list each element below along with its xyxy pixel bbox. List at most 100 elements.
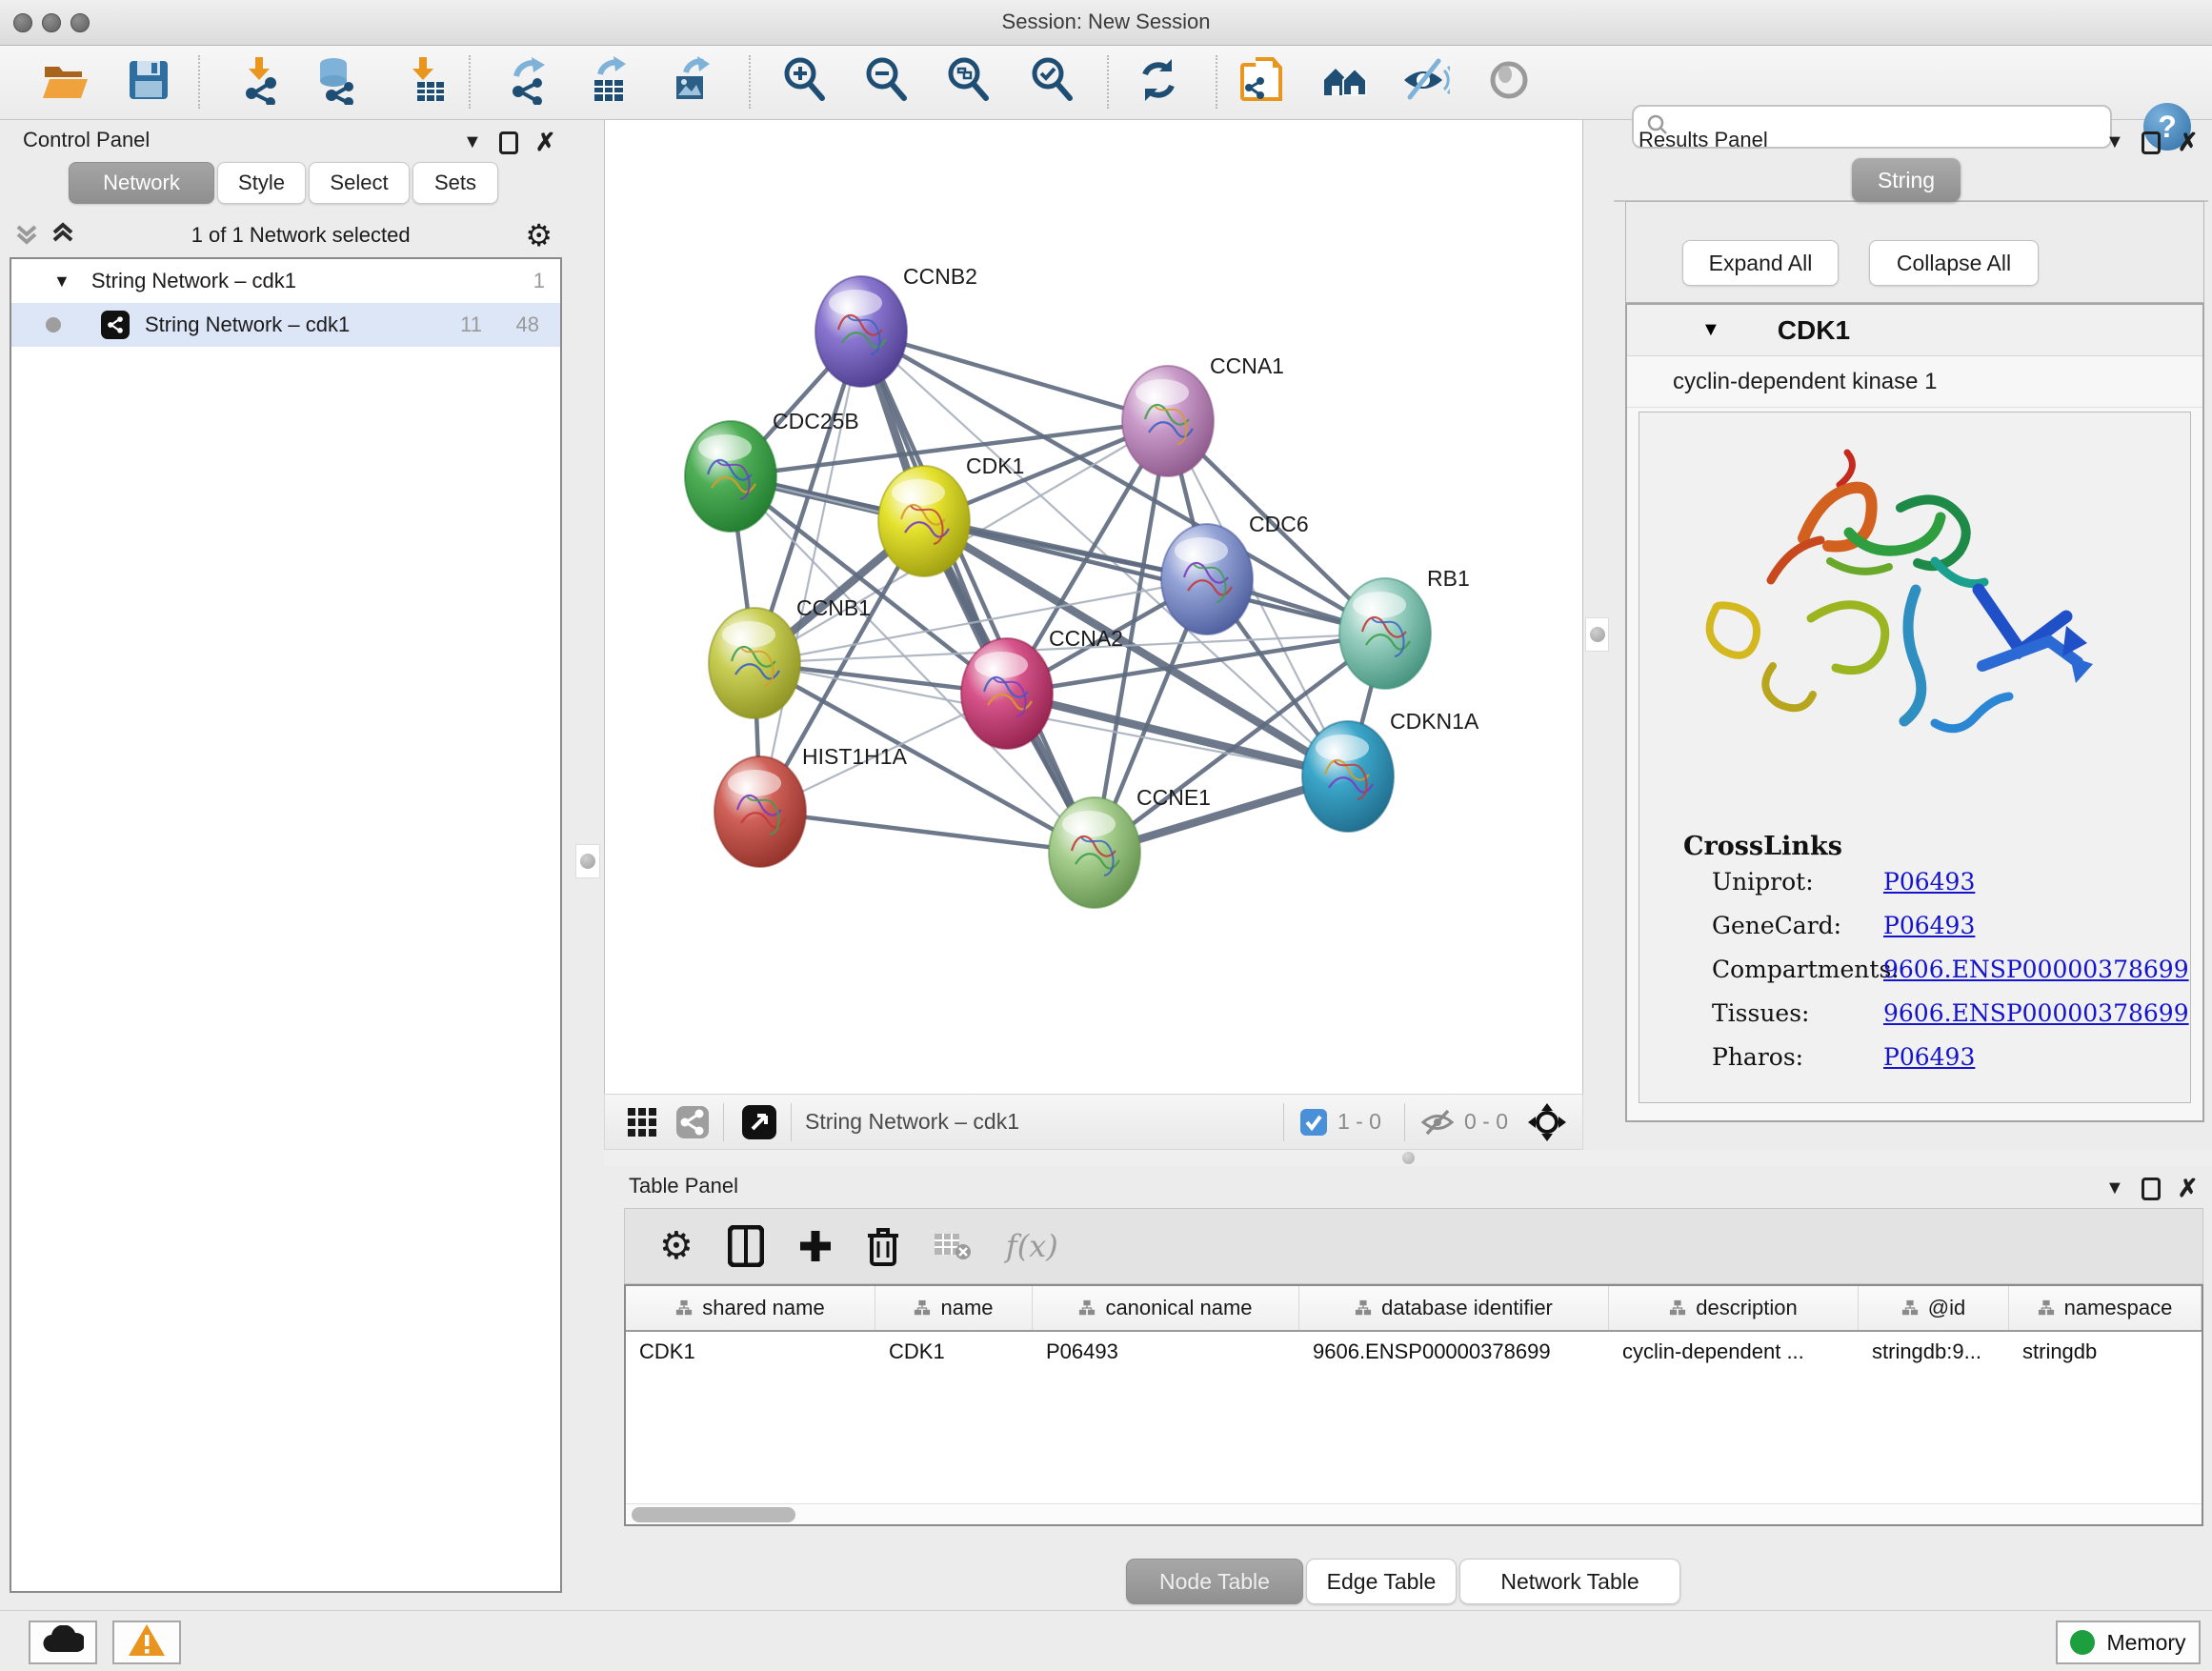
table-cell[interactable]: 9606.ENSP00000378699 [1299, 1332, 1609, 1376]
string-network-graph[interactable]: CCNB2CCNA1CDC25BCDK1CDC6RB1CCNB1CCNA2CDK… [605, 120, 1584, 1094]
insert-column-icon[interactable] [728, 1225, 764, 1267]
right-splitter-grip[interactable] [1585, 617, 1609, 652]
panel-float-icon[interactable] [2142, 1178, 2161, 1200]
new-session-from-selection-button[interactable] [1235, 55, 1288, 109]
show-all-button[interactable] [1482, 55, 1536, 109]
tab-edge-table[interactable]: Edge Table [1306, 1559, 1457, 1604]
tab-style[interactable]: Style [217, 162, 306, 204]
houses-icon [1320, 55, 1370, 110]
panel-menu-icon[interactable]: ▼ [2105, 1178, 2124, 1199]
table-row[interactable]: CDK1CDK1P064939606.ENSP00000378699cyclin… [626, 1332, 2202, 1376]
crosslink-link[interactable]: P06493 [1883, 1043, 1975, 1071]
open-session-button[interactable] [38, 55, 91, 109]
crosslink-link[interactable]: P06493 [1883, 912, 1975, 939]
panel-close-icon[interactable]: ✗ [535, 128, 556, 157]
memory-button[interactable]: Memory [2056, 1621, 2201, 1664]
panel-menu-icon[interactable]: ▼ [2105, 131, 2124, 153]
network-node-ccna1[interactable] [1122, 366, 1214, 476]
network-node-hist1h1a[interactable] [714, 756, 806, 867]
panel-float-icon[interactable] [2142, 131, 2161, 154]
selected-checkbox-icon[interactable] [1299, 1108, 1328, 1137]
panel-close-icon[interactable]: ✗ [2178, 128, 2199, 157]
import-network-database-button[interactable] [311, 55, 364, 109]
tab-select[interactable]: Select [309, 162, 410, 204]
network-node-cdkn1a[interactable] [1302, 721, 1394, 832]
zoom-in-button[interactable] [777, 55, 831, 109]
horizontal-splitter[interactable] [604, 1150, 2212, 1166]
table-hscrollbar[interactable] [626, 1503, 2202, 1524]
network-node-rb1[interactable] [1339, 578, 1431, 689]
table-cell[interactable]: P06493 [1033, 1332, 1299, 1376]
column-header-name[interactable]: name [875, 1286, 1033, 1330]
tab-string[interactable]: String [1852, 158, 1961, 202]
panel-float-icon[interactable] [499, 131, 518, 154]
save-session-button[interactable] [122, 55, 175, 109]
network-node-cdc6[interactable] [1161, 524, 1253, 634]
hidden-eye-slash-icon[interactable] [1420, 1107, 1455, 1137]
create-column-plus-icon[interactable] [798, 1229, 833, 1263]
network-node-ccna2[interactable] [961, 638, 1053, 749]
crosslink-link[interactable]: 9606.ENSP00000378699 [1883, 999, 2189, 1027]
network-node-ccnb1[interactable] [709, 608, 800, 718]
import-network-file-button[interactable] [232, 55, 286, 109]
export-image-icon [667, 55, 716, 110]
zoom-fit-button[interactable] [941, 55, 995, 109]
crosslink-link[interactable]: P06493 [1883, 868, 1975, 896]
collapse-all-icon[interactable] [13, 219, 40, 252]
table-cell[interactable]: stringdb:9... [1859, 1332, 2009, 1376]
warning-status-button[interactable] [112, 1621, 181, 1664]
delete-column-trash-icon[interactable] [867, 1226, 899, 1266]
expander-icon[interactable]: ▼ [1701, 319, 1720, 341]
network-node-cdk1[interactable] [878, 466, 970, 576]
grid-view-icon[interactable] [626, 1106, 658, 1138]
table-cell[interactable]: CDK1 [626, 1332, 875, 1376]
panel-menu-icon[interactable]: ▼ [463, 131, 482, 153]
table-cell[interactable]: CDK1 [875, 1332, 1033, 1376]
refresh-view-button[interactable] [1132, 55, 1185, 109]
zoom-out-button[interactable] [859, 55, 913, 109]
column-header--id[interactable]: @id [1859, 1286, 2009, 1330]
network-node-ccnb2[interactable] [815, 276, 907, 387]
export-table-button[interactable] [583, 55, 636, 109]
network-row[interactable]: String Network – cdk1 11 48 [11, 303, 560, 347]
expander-icon[interactable]: ▼ [53, 272, 70, 292]
crosslink-link[interactable]: 9606.ENSP00000378699 [1883, 956, 2189, 983]
network-node-cdc25b[interactable] [685, 421, 776, 532]
column-header-canonical-name[interactable]: canonical name [1033, 1286, 1299, 1330]
expand-all-icon[interactable] [50, 219, 76, 252]
export-image-button[interactable] [665, 55, 718, 109]
table-settings-gear-icon[interactable]: ⚙ [659, 1224, 694, 1268]
column-header-namespace[interactable]: namespace [2009, 1286, 2202, 1330]
zoom-selected-button[interactable] [1025, 55, 1078, 109]
network-collection-row[interactable]: ▼ String Network – cdk1 1 [11, 259, 560, 303]
export-network-button[interactable] [503, 55, 556, 109]
tab-sets[interactable]: Sets [412, 162, 498, 204]
birdseye-view-icon[interactable] [741, 1104, 777, 1140]
tab-network-table[interactable]: Network Table [1459, 1559, 1680, 1604]
gear-icon[interactable]: ⚙ [525, 217, 553, 253]
cloud-status-button[interactable] [29, 1621, 97, 1664]
tab-network[interactable]: Network [69, 162, 214, 204]
pan-crosshair-icon[interactable] [1527, 1102, 1567, 1142]
scrollbar-thumb[interactable] [632, 1507, 795, 1522]
import-table-file-button[interactable] [398, 55, 452, 109]
table-cell[interactable]: cyclin-dependent ... [1609, 1332, 1859, 1376]
hide-selected-button[interactable] [1398, 55, 1452, 109]
column-header-description[interactable]: description [1609, 1286, 1859, 1330]
network-node-ccne1[interactable] [1049, 797, 1140, 908]
left-splitter-grip[interactable] [575, 844, 600, 878]
expand-all-button[interactable]: Expand All [1682, 240, 1839, 286]
table-cell[interactable]: stringdb [2009, 1332, 2202, 1376]
column-header-database-identifier[interactable]: database identifier [1299, 1286, 1609, 1330]
network-selection-bar: 1 of 1 Network selected ⚙ [13, 215, 553, 255]
tab-node-table[interactable]: Node Table [1126, 1559, 1303, 1604]
panel-close-icon[interactable]: ✗ [2178, 1174, 2199, 1203]
gene-card-header[interactable]: ▼ CDK1 [1627, 305, 2202, 356]
share-view-icon[interactable] [675, 1105, 710, 1139]
collapse-all-button[interactable]: Collapse All [1869, 240, 2039, 286]
column-header-shared-name[interactable]: shared name [626, 1286, 875, 1330]
first-neighbors-button[interactable] [1318, 55, 1372, 109]
network-canvas[interactable]: CCNB2CCNA1CDC25BCDK1CDC6RB1CCNB1CCNA2CDK… [604, 120, 1583, 1094]
delete-table-icon[interactable] [934, 1231, 972, 1261]
function-builder-icon[interactable]: f(x) [1006, 1228, 1058, 1264]
